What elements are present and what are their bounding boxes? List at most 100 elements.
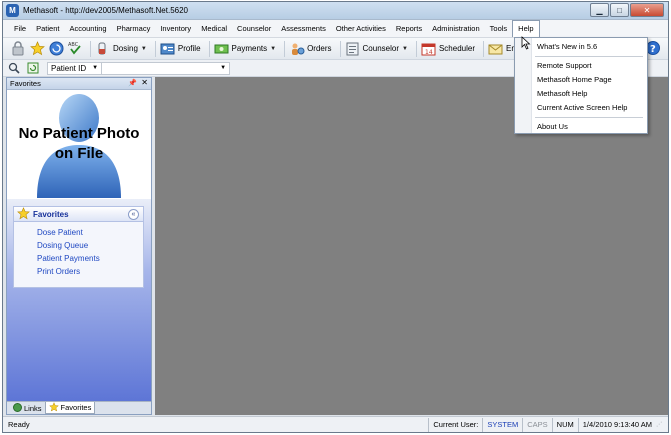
status-ready: Ready: [8, 420, 30, 429]
minimize-button[interactable]: ▁: [590, 3, 609, 17]
toolbar-separator: [339, 40, 341, 57]
menu-assessments[interactable]: Assessments: [276, 20, 331, 37]
link-dose-patient[interactable]: Dose Patient: [37, 226, 143, 239]
lock-icon[interactable]: [10, 41, 26, 57]
dosing-button[interactable]: Dosing ▼: [95, 40, 147, 58]
menu-separator: [535, 56, 643, 57]
menu-methasoft-help[interactable]: Methasoft Help: [515, 87, 647, 101]
star-icon: [17, 206, 30, 222]
svg-text:?: ?: [650, 44, 656, 55]
svg-text:ABC: ABC: [68, 42, 79, 48]
scheduler-button[interactable]: 14 Scheduler: [421, 40, 475, 58]
link-dosing-queue[interactable]: Dosing Queue: [37, 239, 143, 252]
spellcheck-icon[interactable]: ABC: [67, 41, 83, 57]
refresh-globe-icon[interactable]: [48, 41, 64, 57]
orders-icon: [289, 41, 305, 57]
counselor-button[interactable]: Counselor ▼: [345, 40, 408, 58]
menu-bar: File Patient Accounting Pharmacy Invento…: [3, 20, 668, 38]
favorites-card-title: Favorites: [33, 209, 69, 219]
status-current-user-label: Current User:: [428, 417, 482, 432]
collapse-icon[interactable]: «: [128, 209, 139, 220]
status-datetime: 1/4/2010 9:13:40 AM: [577, 417, 656, 432]
favorites-links: Dose Patient Dosing Queue Patient Paymen…: [14, 222, 143, 278]
menu-active-screen-help[interactable]: Current Active Screen Help: [515, 101, 647, 115]
profile-icon: [160, 41, 176, 57]
tab-links[interactable]: Links: [10, 402, 45, 414]
email-icon: [488, 41, 504, 57]
menu-home-page[interactable]: Methasoft Home Page: [515, 73, 647, 87]
refresh-icon[interactable]: [25, 60, 41, 76]
menu-whats-new[interactable]: What's New in 5.6: [515, 40, 647, 54]
scheduler-label: Scheduler: [438, 44, 475, 53]
window-title: Methasoft - http://dev2005/Methasoft.Net…: [23, 6, 188, 15]
menu-medical[interactable]: Medical: [196, 20, 232, 37]
profile-button[interactable]: Profile: [160, 40, 201, 58]
profile-label: Profile: [177, 44, 201, 53]
patient-photo: No Patient Photo on File: [7, 90, 151, 198]
person-silhouette-icon: [37, 94, 121, 198]
no-photo-text-line1: No Patient Photo: [18, 125, 140, 142]
pin-icon[interactable]: 📌: [128, 79, 137, 87]
menu-separator: [535, 117, 643, 118]
panel-header: Favorites 📌 ✕: [7, 78, 151, 90]
tab-favorites-label: Favorites: [60, 403, 92, 412]
toolbar-separator: [415, 40, 417, 57]
window-controls: ▁ □ ✕: [589, 3, 664, 17]
toolbar-separator: [154, 40, 156, 57]
star-icon[interactable]: [29, 41, 45, 57]
menu-administration[interactable]: Administration: [427, 20, 485, 37]
menu-tools[interactable]: Tools: [485, 20, 513, 37]
star-icon: [48, 401, 59, 414]
menu-help[interactable]: Help: [512, 20, 540, 37]
maximize-button[interactable]: □: [610, 3, 629, 17]
orders-label: Orders: [307, 44, 332, 53]
patient-search-combo[interactable]: Patient ID ▼ ▼: [47, 61, 231, 75]
payments-label: Payments: [231, 44, 268, 53]
calendar-icon: 14: [421, 41, 437, 57]
panel-tabs: Links Favorites: [7, 401, 151, 414]
status-bar: Ready Current User: SYSTEM CAPS NUM 1/4/…: [3, 416, 668, 432]
menu-other-activities[interactable]: Other Activities: [331, 20, 391, 37]
chevron-down-icon[interactable]: ▼: [220, 65, 226, 71]
patient-id-label: Patient ID: [51, 63, 87, 73]
link-print-orders[interactable]: Print Orders: [37, 265, 143, 278]
counselor-icon: [345, 41, 361, 57]
toolbar-separator: [208, 40, 210, 57]
no-photo-text-line2: on File: [54, 145, 104, 162]
menu-counselor[interactable]: Counselor: [232, 20, 276, 37]
payments-button[interactable]: Payments ▼: [214, 40, 276, 58]
chevron-down-icon[interactable]: ▼: [89, 65, 101, 71]
chevron-down-icon[interactable]: ▼: [270, 46, 276, 52]
mouse-cursor-icon: [521, 36, 531, 53]
menu-file[interactable]: File: [9, 20, 31, 37]
toolbar-separator: [284, 40, 286, 57]
app-icon: M: [6, 4, 19, 17]
favorites-area: Favorites « Dose Patient Dosing Queue Pa…: [7, 199, 151, 402]
status-caps: CAPS: [522, 417, 551, 432]
close-button[interactable]: ✕: [630, 3, 664, 17]
resize-grip-icon[interactable]: ⋰: [656, 418, 668, 432]
chevron-down-icon[interactable]: ▼: [141, 46, 147, 52]
menu-accounting[interactable]: Accounting: [64, 20, 111, 37]
close-icon[interactable]: ✕: [141, 78, 148, 87]
favorites-panel: Favorites 📌 ✕ No Patient Photo on File F…: [6, 77, 152, 415]
favorites-card: Favorites « Dose Patient Dosing Queue Pa…: [13, 206, 144, 288]
menu-reports[interactable]: Reports: [391, 20, 427, 37]
patient-id-input[interactable]: ▼: [101, 61, 229, 75]
link-patient-payments[interactable]: Patient Payments: [37, 252, 143, 265]
menu-patient[interactable]: Patient: [31, 20, 64, 37]
panel-title: Favorites: [10, 79, 41, 88]
tab-favorites[interactable]: Favorites: [44, 401, 96, 414]
chevron-down-icon[interactable]: ▼: [402, 46, 408, 52]
help-menu-dropdown: What's New in 5.6 Remote Support Methaso…: [514, 37, 648, 134]
menu-inventory[interactable]: Inventory: [155, 20, 196, 37]
menu-about-us[interactable]: About Us: [515, 120, 647, 134]
favorites-card-header[interactable]: Favorites «: [14, 206, 143, 222]
menu-pharmacy[interactable]: Pharmacy: [112, 20, 156, 37]
toolbar-separator: [90, 40, 91, 57]
status-num: NUM: [551, 417, 578, 432]
search-icon[interactable]: [6, 60, 22, 76]
title-bar: M Methasoft - http://dev2005/Methasoft.N…: [3, 2, 668, 20]
menu-remote-support[interactable]: Remote Support: [515, 59, 647, 73]
orders-button[interactable]: Orders: [289, 40, 332, 58]
